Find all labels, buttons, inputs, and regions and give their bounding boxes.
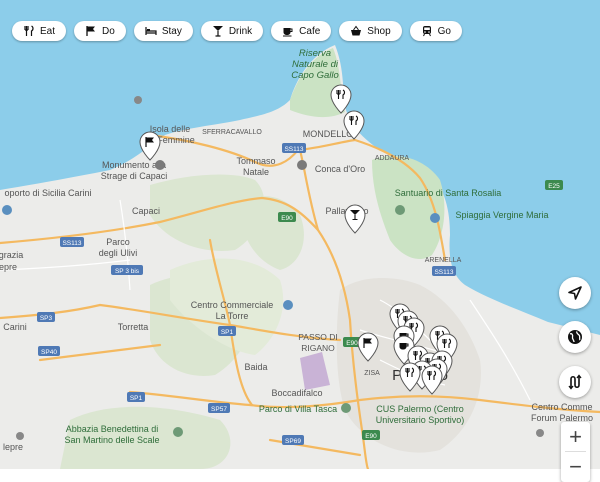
eat-pin[interactable] (342, 110, 366, 140)
zoom-control: + − (561, 422, 590, 482)
category-filter-bar: Eat Do Stay Drink Cafe Shop Go (12, 21, 462, 41)
filter-shop-button[interactable]: Shop (339, 21, 402, 41)
navigation-arrow-icon (568, 286, 582, 300)
map-canvas[interactable] (0, 0, 600, 469)
flag-icon (86, 26, 96, 36)
filter-cafe-button[interactable]: Cafe (271, 21, 332, 41)
route-button[interactable] (559, 366, 591, 398)
filter-cafe-label: Cafe (299, 25, 321, 37)
cocktail-icon (212, 26, 223, 37)
filter-stay-button[interactable]: Stay (133, 21, 193, 41)
zoom-in-button[interactable]: + (561, 422, 590, 451)
filter-go-button[interactable]: Go (409, 21, 462, 41)
globe-button[interactable] (559, 321, 591, 353)
drink-pin[interactable] (343, 204, 367, 234)
filter-do-label: Do (102, 25, 115, 37)
filter-shop-label: Shop (367, 25, 391, 37)
eat-pin[interactable] (420, 365, 444, 395)
globe-icon (568, 330, 582, 344)
route-icon (568, 374, 582, 390)
train-icon (422, 26, 431, 37)
zoom-out-button[interactable]: − (561, 452, 590, 481)
do-pin[interactable] (356, 332, 380, 362)
do-pin[interactable] (138, 131, 162, 161)
park-south (60, 406, 231, 469)
filter-go-label: Go (437, 25, 451, 37)
filter-eat-button[interactable]: Eat (12, 21, 67, 41)
filter-stay-label: Stay (161, 25, 182, 37)
coffee-cup-icon (283, 28, 293, 37)
shopping-basket-icon (351, 25, 362, 36)
fork-knife-icon (24, 25, 34, 36)
filter-drink-button[interactable]: Drink (200, 21, 264, 41)
eat-pin[interactable] (398, 362, 422, 392)
filter-eat-label: Eat (40, 25, 56, 37)
locate-button[interactable] (559, 277, 591, 309)
bed-icon (145, 27, 157, 35)
filter-drink-label: Drink (228, 25, 253, 37)
filter-do-button[interactable]: Do (74, 21, 126, 41)
